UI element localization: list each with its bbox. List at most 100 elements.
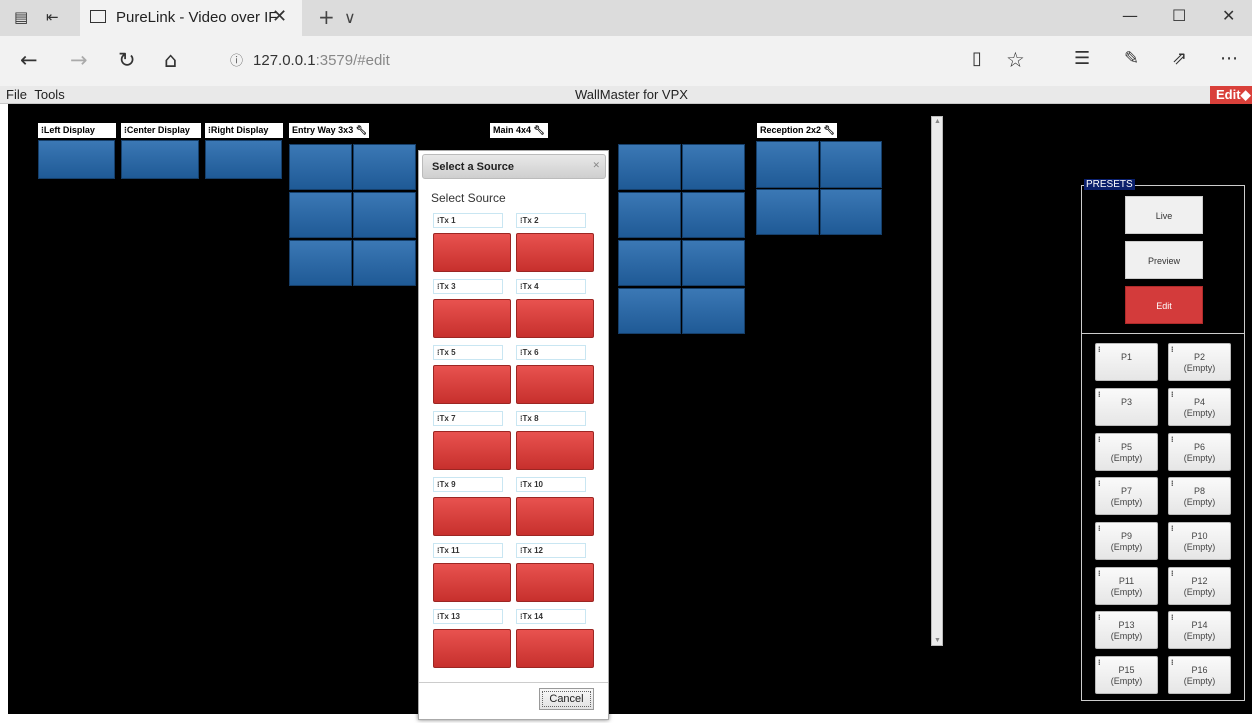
canvas-scrollbar[interactable]: ▲ ▼ [931, 116, 943, 646]
site-info-icon[interactable]: ⓘ [230, 53, 243, 68]
preset-button[interactable]: ⁝ P11 (Empty) [1095, 567, 1158, 605]
source-button[interactable] [516, 365, 594, 404]
display-tile[interactable] [756, 189, 819, 235]
tab-dropdown-icon[interactable]: ∨ [344, 8, 356, 27]
wall-label-right[interactable]: ⁝Right Display [205, 123, 283, 138]
drag-handle-icon[interactable]: ⁝ [1098, 569, 1101, 578]
menu-tools[interactable]: Tools [34, 87, 64, 102]
source-button[interactable] [516, 497, 594, 536]
drag-handle-icon[interactable]: ⁝ [1098, 345, 1101, 354]
set-tabs-aside-icon[interactable]: ⇤ [46, 8, 59, 26]
drag-handle-icon[interactable]: ⁝ [1171, 524, 1174, 533]
dialog-header[interactable]: Select a Source ✕ [422, 154, 606, 179]
display-tile[interactable] [820, 141, 882, 188]
source-button[interactable] [516, 431, 594, 470]
source-button[interactable] [433, 497, 511, 536]
source-button[interactable] [433, 299, 511, 338]
display-tile[interactable] [820, 189, 882, 235]
drag-handle-icon[interactable]: ⁝ [1171, 390, 1174, 399]
scroll-down-icon[interactable]: ▼ [934, 637, 941, 644]
address-bar[interactable]: ⓘ 127.0.0.1:3579/#edit [230, 50, 390, 69]
preview-button[interactable]: Preview [1125, 241, 1203, 279]
display-tile[interactable] [353, 144, 416, 190]
display-tile[interactable] [682, 240, 745, 286]
display-tile[interactable] [618, 288, 681, 334]
display-tile[interactable] [353, 192, 416, 238]
preset-button[interactable]: ⁝ P16 (Empty) [1168, 656, 1231, 694]
close-window-icon[interactable]: ✕ [1222, 6, 1235, 25]
source-button[interactable] [516, 299, 594, 338]
drag-handle-icon[interactable]: ⁝ [1098, 390, 1101, 399]
share-icon[interactable]: ⇗ [1172, 48, 1187, 69]
new-tab-button[interactable]: + [318, 5, 335, 29]
preset-button[interactable]: ⁝ P3 [1095, 388, 1158, 426]
preset-button[interactable]: ⁝ P6 (Empty) [1168, 433, 1231, 471]
minimize-icon[interactable]: — [1122, 6, 1138, 25]
edit-mode-badge[interactable]: Edit◆ [1210, 86, 1252, 104]
source-button[interactable] [516, 563, 594, 602]
favorite-star-icon[interactable]: ☆ [1006, 48, 1025, 72]
close-icon[interactable]: ✕ [592, 160, 600, 171]
menu-file[interactable]: File [6, 87, 27, 102]
drag-handle-icon[interactable]: ⁝ [1171, 435, 1174, 444]
display-tile[interactable] [682, 144, 745, 190]
maximize-icon[interactable]: ☐ [1172, 6, 1186, 25]
drag-handle-icon[interactable]: ⁝ [1098, 435, 1101, 444]
cancel-button[interactable]: Cancel [539, 688, 594, 710]
home-icon[interactable]: ⌂ [164, 48, 177, 72]
wrench-icon[interactable]: 🔧︎ [356, 125, 367, 135]
source-button[interactable] [433, 233, 511, 272]
preset-button[interactable]: ⁝ P15 (Empty) [1095, 656, 1158, 694]
drag-handle-icon[interactable]: ⁝ [1171, 613, 1174, 622]
live-button[interactable]: Live [1125, 196, 1203, 234]
refresh-icon[interactable]: ↻ [118, 48, 136, 72]
tab-actions-icon[interactable]: ▤ [14, 8, 28, 26]
preset-button[interactable]: ⁝ P12 (Empty) [1168, 567, 1231, 605]
source-button[interactable] [433, 431, 511, 470]
back-icon[interactable]: ← [20, 48, 38, 72]
preset-button[interactable]: ⁝ P2 (Empty) [1168, 343, 1231, 381]
display-tile[interactable] [289, 192, 352, 238]
wall-label-left[interactable]: ⁝Left Display [38, 123, 116, 138]
display-tile[interactable] [682, 288, 745, 334]
display-tile[interactable] [618, 192, 681, 238]
source-button[interactable] [516, 233, 594, 272]
display-tile[interactable] [618, 240, 681, 286]
drag-handle-icon[interactable]: ⁝ [1171, 479, 1174, 488]
more-icon[interactable]: ⋯ [1220, 48, 1238, 69]
display-tile[interactable] [121, 140, 199, 179]
wall-label-center[interactable]: ⁝Center Display [121, 123, 201, 138]
display-tile[interactable] [205, 140, 282, 179]
preset-button[interactable]: ⁝ P8 (Empty) [1168, 477, 1231, 515]
drag-handle-icon[interactable]: ⁝ [1098, 613, 1101, 622]
drag-handle-icon[interactable]: ⁝ [1098, 524, 1101, 533]
preset-button[interactable]: ⁝ P5 (Empty) [1095, 433, 1158, 471]
source-button[interactable] [433, 629, 511, 668]
preset-button[interactable]: ⁝ P7 (Empty) [1095, 477, 1158, 515]
display-tile[interactable] [289, 144, 352, 190]
preset-button[interactable]: ⁝ P9 (Empty) [1095, 522, 1158, 560]
tab-close-icon[interactable]: ✕ [272, 6, 287, 27]
source-button[interactable] [516, 629, 594, 668]
wrench-icon[interactable]: 🔧︎ [534, 125, 545, 135]
source-button[interactable] [433, 365, 511, 404]
drag-handle-icon[interactable]: ⁝ [1098, 658, 1101, 667]
favorites-hub-icon[interactable]: ☰ [1074, 48, 1090, 69]
scroll-up-icon[interactable]: ▲ [934, 118, 941, 125]
preset-button[interactable]: ⁝ P10 (Empty) [1168, 522, 1231, 560]
drag-handle-icon[interactable]: ⁝ [1171, 658, 1174, 667]
display-tile[interactable] [756, 141, 819, 188]
wall-label-reception[interactable]: Reception 2x2 🔧︎ [757, 123, 837, 138]
wall-label-entry[interactable]: Entry Way 3x3 🔧︎ [289, 123, 369, 138]
reading-view-icon[interactable]: ▯ [972, 48, 982, 69]
drag-handle-icon[interactable]: ⁝ [1171, 345, 1174, 354]
display-tile[interactable] [682, 192, 745, 238]
drag-handle-icon[interactable]: ⁝ [1098, 479, 1101, 488]
preset-button[interactable]: ⁝ P4 (Empty) [1168, 388, 1231, 426]
preset-button[interactable]: ⁝ P13 (Empty) [1095, 611, 1158, 649]
browser-tab[interactable]: PureLink - Video over IF ✕ [80, 0, 302, 36]
wall-label-main[interactable]: Main 4x4 🔧︎ [490, 123, 548, 138]
drag-handle-icon[interactable]: ⁝ [1171, 569, 1174, 578]
wrench-icon[interactable]: 🔧︎ [824, 125, 835, 135]
display-tile[interactable] [38, 140, 115, 179]
